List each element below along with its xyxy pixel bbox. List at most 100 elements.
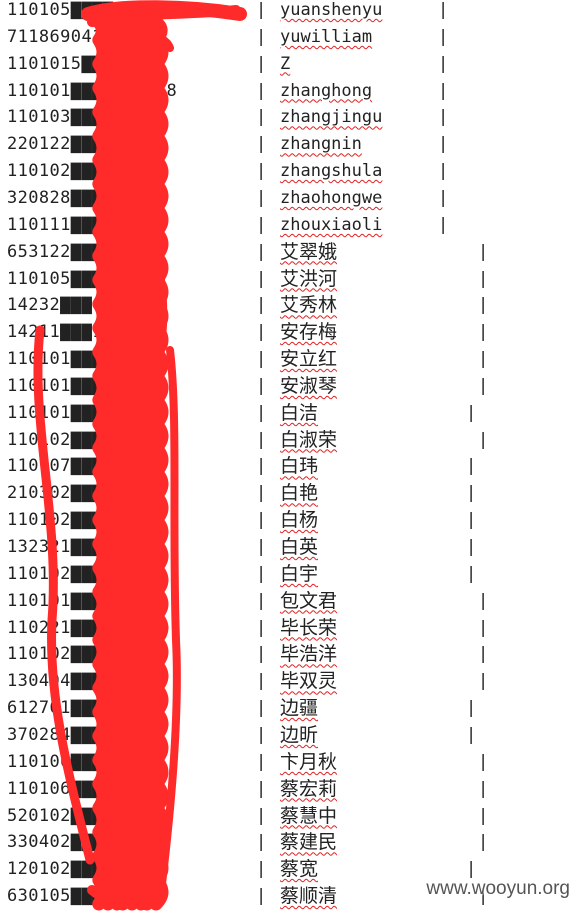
column-separator-end: | xyxy=(438,53,449,74)
table-row: 110101▇▇▇254x | 安淑琴 | xyxy=(0,373,582,400)
id-number: 132321▇▇▇031226 xyxy=(7,537,167,557)
column-separator-end: | xyxy=(478,375,489,396)
id-number: 110101▇▇▇36123 xyxy=(7,402,156,423)
id-number: 110107▇▇▇230329 xyxy=(7,456,167,477)
person-name: 蔡慧中 xyxy=(280,804,338,827)
person-name: zhanghong xyxy=(280,80,373,101)
column-separator: | xyxy=(256,241,267,262)
column-separator: | xyxy=(256,295,267,316)
person-name: zhangshula xyxy=(280,161,383,182)
person-name: 蔡建民 xyxy=(280,831,338,854)
column-separator-end: | xyxy=(478,832,489,853)
id-number: 14211▇▇▇134 xyxy=(7,322,124,343)
id-number: 110105▇▇▇137158 xyxy=(7,268,167,289)
person-name: 边疆 xyxy=(280,697,319,720)
table-row: 110221▇▇▇53820 | 毕长荣 | xyxy=(0,615,582,642)
table-row: 110105▇▇▇▇154x | yuanshenyu | xyxy=(0,0,582,24)
column-separator: | xyxy=(256,483,267,504)
column-separator-end: | xyxy=(438,0,449,20)
table-row: 110103▇▇▇231224 | zhangjingu | xyxy=(0,104,582,131)
table-row: 110102▇▇▇001 | 白杨 | xyxy=(0,507,582,534)
column-separator-end: | xyxy=(478,349,489,370)
table-row: 653122▇▇▇060325 | 艾翠娥 | xyxy=(0,239,582,266)
column-separator: | xyxy=(256,187,267,208)
person-name: 白英 xyxy=(280,536,319,558)
column-separator: | xyxy=(256,510,267,531)
table-row: 370284▇▇▇1042x | 边昕 | xyxy=(0,722,582,749)
person-name: 白杨 xyxy=(280,509,319,532)
column-separator-end: | xyxy=(466,510,477,531)
id-number: 110101▇▇▇13421 xyxy=(7,590,156,611)
column-separator: | xyxy=(256,617,267,638)
person-name: 安存梅 xyxy=(280,321,338,344)
column-separator-end: | xyxy=(438,107,449,128)
table-row: 110107▇▇▇230329 | 白玮 | xyxy=(0,453,582,480)
person-name: 蔡宏莉 xyxy=(280,777,338,800)
column-separator: | xyxy=(256,671,267,692)
id-number: 110102▇▇▇001 xyxy=(7,510,135,531)
table-row: 1101015▇▇▇10452 | Z | xyxy=(0,51,582,78)
column-separator: | xyxy=(256,724,267,745)
column-separator-end: | xyxy=(478,295,489,316)
table-row: 612701▇▇▇46433 | 边疆 | xyxy=(0,695,582,722)
id-number: 110102▇▇▇110844 xyxy=(7,429,167,450)
column-separator-end: | xyxy=(478,241,489,262)
id-number: 330402▇▇▇150953 xyxy=(7,832,167,853)
id-number: 110111▇▇▇110345 xyxy=(7,214,167,235)
id-number: 653122▇▇▇060325 xyxy=(7,241,167,262)
column-separator-end: | xyxy=(438,80,449,101)
person-name: 白洁 xyxy=(280,401,319,424)
person-name: yuwilliam xyxy=(280,26,373,47)
person-name: zhangnin xyxy=(280,134,362,155)
column-separator: | xyxy=(256,214,267,235)
column-separator: | xyxy=(256,537,267,557)
table-row: 110101▇▇▇36123 | 白洁 | xyxy=(0,400,582,427)
table-row: 110101▇▇▇8194048 | zhanghong | xyxy=(0,78,582,105)
table-row: 110102▇▇▇50033 | 毕浩洋 | xyxy=(0,641,582,668)
column-separator-end: | xyxy=(478,671,489,692)
column-separator: | xyxy=(256,805,267,826)
person-name: 安立红 xyxy=(280,348,338,371)
column-separator-end: | xyxy=(438,26,449,47)
person-name: zhouxiaoli xyxy=(280,214,383,235)
table-row: 220122▇▇▇065322 | zhangnin | xyxy=(0,131,582,158)
table-row: 110111▇▇▇110345 | zhouxiaoli | xyxy=(0,212,582,239)
table-row: 110102▇▇▇30011 | 白宇 | xyxy=(0,561,582,588)
id-number: 110101▇▇▇254x xyxy=(7,375,146,396)
person-name: 艾翠娥 xyxy=(280,240,338,263)
table-row: 711869041▇ | yuwilliam | xyxy=(0,24,582,51)
table-row: 110101▇▇▇253511 | 安立红 | xyxy=(0,346,582,373)
column-separator: | xyxy=(256,751,267,772)
table-row: 520102▇▇▇162 | 蔡慧中 | xyxy=(0,803,582,830)
table-row: 130404▇▇▇152X | 毕双灵 | xyxy=(0,668,582,695)
column-separator: | xyxy=(256,456,267,477)
column-separator-end: | xyxy=(478,805,489,826)
table-row: 132321▇▇▇031226 | 白英 | xyxy=(0,534,582,561)
column-separator: | xyxy=(256,563,267,584)
person-name: 白宇 xyxy=(280,562,319,585)
column-separator-end: | xyxy=(478,590,489,611)
person-name: 边昕 xyxy=(280,723,319,746)
person-name: yuanshenyu xyxy=(280,0,383,20)
column-separator: | xyxy=(256,349,267,370)
id-number: 130404▇▇▇152X xyxy=(7,671,146,692)
id-number: 110103▇▇▇231224 xyxy=(7,107,167,128)
column-separator-end: | xyxy=(478,268,489,289)
id-number: 370284▇▇▇1042x xyxy=(7,724,156,745)
person-name: 白艳 xyxy=(280,482,319,505)
column-separator: | xyxy=(256,590,267,611)
column-separator-end: | xyxy=(478,429,489,450)
person-name: 蔡顺清 xyxy=(280,885,338,908)
table-row: 14211▇▇▇134 | 安存梅 | xyxy=(0,319,582,346)
person-name: zhaohongwe xyxy=(280,187,383,208)
column-separator-end: | xyxy=(466,537,477,557)
column-separator: | xyxy=(256,698,267,719)
table-row: 110102▇▇▇110844 | 白淑荣 | xyxy=(0,427,582,454)
id-number: 110221▇▇▇53820 xyxy=(7,617,156,638)
table-row: 320828▇▇▇301 | zhaohongwe | xyxy=(0,185,582,212)
person-name: 毕长荣 xyxy=(280,616,338,639)
column-separator: | xyxy=(256,886,267,907)
column-separator-end: | xyxy=(466,563,477,584)
id-number: 612701▇▇▇46433 xyxy=(7,698,156,719)
person-name: 毕浩洋 xyxy=(280,643,338,666)
